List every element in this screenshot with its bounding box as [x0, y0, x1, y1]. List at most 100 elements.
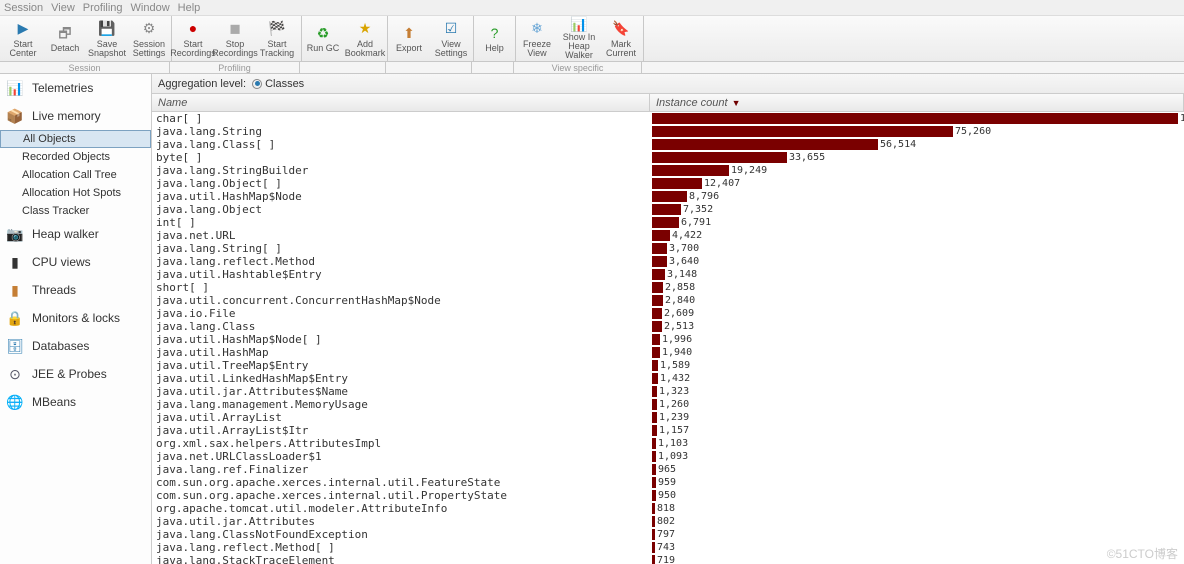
table-row[interactable]: com.sun.org.apache.xerces.internal.util.… — [152, 489, 1184, 502]
table-row[interactable]: char[ ]131,4 — [152, 112, 1184, 125]
row-value: 8,796 — [689, 190, 719, 203]
row-name: java.lang.Object — [152, 203, 650, 216]
table-row[interactable]: java.lang.StackTraceElement719 — [152, 554, 1184, 564]
session-settings-button[interactable]: ⚙SessionSettings — [128, 16, 170, 62]
start-center-button[interactable]: ▶StartCenter — [2, 16, 44, 62]
table-row[interactable]: java.io.File2,609 — [152, 307, 1184, 320]
row-bar-cell: 131,4 — [650, 112, 1184, 125]
row-name: java.util.LinkedHashMap$Entry — [152, 372, 650, 385]
sub-recorded-objects[interactable]: Recorded Objects — [0, 148, 151, 166]
nav-live-memory[interactable]: 📦Live memory — [0, 102, 151, 130]
table-row[interactable]: java.lang.Class2,513 — [152, 320, 1184, 333]
sub-allocation-hot-spots[interactable]: Allocation Hot Spots — [0, 184, 151, 202]
row-value: 2,609 — [664, 307, 694, 320]
row-name: short[ ] — [152, 281, 650, 294]
run-gc-button[interactable]: ♻Run GC — [302, 16, 344, 62]
nav-jee-probes[interactable]: ⊙JEE & Probes — [0, 360, 151, 388]
bar-icon — [652, 425, 657, 436]
mark-current-button[interactable]: 🔖MarkCurrent — [600, 16, 642, 62]
show-in-heap-button[interactable]: 📊Show InHeap Walker — [558, 16, 600, 62]
table-row[interactable]: java.util.TreeMap$Entry1,589 — [152, 359, 1184, 372]
start-recordings-button[interactable]: ●StartRecordings — [172, 16, 214, 62]
table-row[interactable]: java.lang.String75,260 — [152, 125, 1184, 138]
sub-all-objects[interactable]: All Objects — [0, 130, 151, 148]
nav-databases[interactable]: 🗄Databases — [0, 332, 151, 360]
help-button[interactable]: ?Help — [474, 16, 515, 62]
table-row[interactable]: java.lang.reflect.Method[ ]743 — [152, 541, 1184, 554]
row-name: java.util.ArrayList — [152, 411, 650, 424]
nav-monitors-locks[interactable]: 🔒Monitors & locks — [0, 304, 151, 332]
detach-button[interactable]: 🗗Detach — [44, 16, 86, 62]
table-row[interactable]: java.util.ArrayList1,239 — [152, 411, 1184, 424]
row-name: java.lang.ClassNotFoundException — [152, 528, 650, 541]
start-tracking-button[interactable]: 🏁StartTracking — [256, 16, 298, 62]
row-bar-cell: 2,609 — [650, 307, 1184, 320]
add-bookmark-label: AddBookmark — [345, 40, 386, 58]
table-row[interactable]: java.util.jar.Attributes802 — [152, 515, 1184, 528]
group-label: View specific — [514, 62, 642, 73]
view-settings-button[interactable]: ☑ViewSettings — [430, 16, 472, 62]
row-value: 1,940 — [662, 346, 692, 359]
table-row[interactable]: com.sun.org.apache.xerces.internal.util.… — [152, 476, 1184, 489]
table-row[interactable]: java.lang.reflect.Method3,640 — [152, 255, 1184, 268]
row-name: java.lang.String[ ] — [152, 242, 650, 255]
stop-recordings-button[interactable]: ◼StopRecordings — [214, 16, 256, 62]
table-row[interactable]: java.lang.Class[ ]56,514 — [152, 138, 1184, 151]
table-row[interactable]: java.lang.management.MemoryUsage1,260 — [152, 398, 1184, 411]
table-row[interactable]: java.lang.StringBuilder19,249 — [152, 164, 1184, 177]
table-row[interactable]: java.util.jar.Attributes$Name1,323 — [152, 385, 1184, 398]
table-row[interactable]: org.xml.sax.helpers.AttributesImpl1,103 — [152, 437, 1184, 450]
mbeans-icon: 🌐 — [6, 393, 24, 411]
table-row[interactable]: java.util.HashMap$Node[ ]1,996 — [152, 333, 1184, 346]
table-row[interactable]: java.lang.Object[ ]12,407 — [152, 177, 1184, 190]
menu-help[interactable]: Help — [178, 2, 201, 14]
table-row[interactable]: java.util.concurrent.ConcurrentHashMap$N… — [152, 294, 1184, 307]
row-value: 75,260 — [955, 125, 991, 138]
column-instance-count[interactable]: Instance count▼ — [650, 94, 1184, 111]
heap-walker-icon: 📷 — [6, 225, 24, 243]
row-value: 1,260 — [659, 398, 689, 411]
nav-mbeans[interactable]: 🌐MBeans — [0, 388, 151, 416]
menu-window[interactable]: Window — [131, 2, 170, 14]
nav-cpu-views[interactable]: ▮CPU views — [0, 248, 151, 276]
nav-telemetries[interactable]: 📊Telemetries — [0, 74, 151, 102]
add-bookmark-button[interactable]: ★AddBookmark — [344, 16, 386, 62]
bar-icon — [652, 295, 663, 306]
table-row[interactable]: java.util.LinkedHashMap$Entry1,432 — [152, 372, 1184, 385]
table-row[interactable]: java.lang.Object7,352 — [152, 203, 1184, 216]
sub-allocation-call-tree[interactable]: Allocation Call Tree — [0, 166, 151, 184]
row-value: 797 — [657, 528, 675, 541]
menu-session[interactable]: Session — [4, 2, 43, 14]
table-row[interactable]: java.lang.ref.Finalizer965 — [152, 463, 1184, 476]
menu-view[interactable]: View — [51, 2, 75, 14]
table-row[interactable]: byte[ ]33,655 — [152, 151, 1184, 164]
bar-icon — [652, 516, 655, 527]
aggregation-option-classes[interactable]: Classes — [252, 78, 304, 90]
table-row[interactable]: java.util.HashMap1,940 — [152, 346, 1184, 359]
freeze-view-button[interactable]: ❄FreezeView — [516, 16, 558, 62]
table-row[interactable]: short[ ] 2,858 — [152, 281, 1184, 294]
table-row[interactable]: java.lang.String[ ]3,700 — [152, 242, 1184, 255]
row-name: java.lang.StackTraceElement — [152, 554, 650, 564]
table-row[interactable]: java.util.Hashtable$Entry3,148 — [152, 268, 1184, 281]
export-button[interactable]: ⬆Export — [388, 16, 430, 62]
nav-heap-walker[interactable]: 📷 Heap walker — [0, 220, 151, 248]
table-row[interactable]: java.net.URL4,422 — [152, 229, 1184, 242]
table-row[interactable]: java.net.URLClassLoader$11,093 — [152, 450, 1184, 463]
table-row[interactable]: org.apache.tomcat.util.modeler.Attribute… — [152, 502, 1184, 515]
column-name[interactable]: Name — [152, 94, 650, 111]
table-row[interactable]: java.util.ArrayList$Itr1,157 — [152, 424, 1184, 437]
save-snapshot-button[interactable]: 💾SaveSnapshot — [86, 16, 128, 62]
row-bar-cell: 802 — [650, 515, 1184, 528]
menu-profiling[interactable]: Profiling — [83, 2, 123, 14]
row-name: java.util.HashMap$Node — [152, 190, 650, 203]
nav-threads[interactable]: ▮Threads — [0, 276, 151, 304]
row-name: int[ ] — [152, 216, 650, 229]
sub-class-tracker[interactable]: Class Tracker — [0, 202, 151, 220]
radio-dot-icon — [252, 79, 262, 89]
table-row[interactable]: java.lang.ClassNotFoundException 797 — [152, 528, 1184, 541]
row-value: 2,858 — [665, 281, 695, 294]
table-row[interactable]: int[ ]6,791 — [152, 216, 1184, 229]
table-row[interactable]: java.util.HashMap$Node 8,796 — [152, 190, 1184, 203]
heap-walker-label: Heap walker — [32, 227, 99, 241]
